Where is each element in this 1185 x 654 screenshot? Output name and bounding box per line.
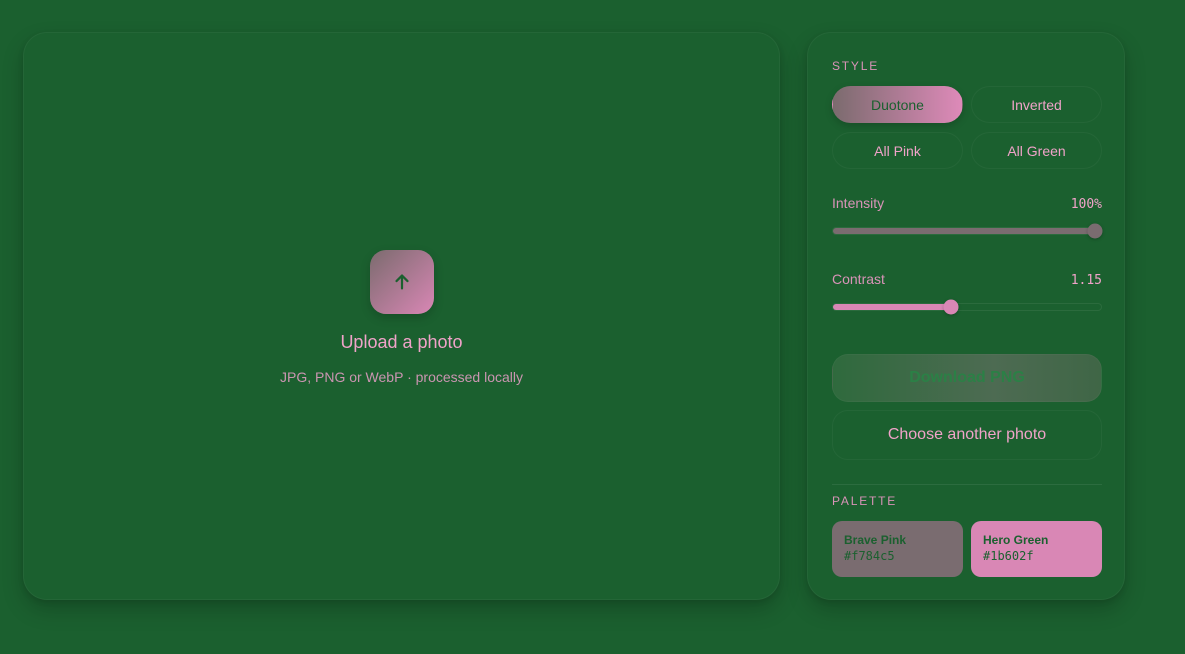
swatch-brave-pink[interactable]: Brave Pink #f784c5 bbox=[832, 521, 963, 577]
upload-title[interactable]: Upload a photo bbox=[24, 330, 779, 354]
download-png-button[interactable]: Download PNG bbox=[832, 354, 1102, 402]
palette-swatches: Brave Pink #f784c5 Hero Green #1b602f bbox=[832, 521, 1102, 577]
arrow-up-icon bbox=[394, 274, 409, 290]
style-all-pink-button[interactable]: All Pink bbox=[832, 132, 963, 169]
swatch-hex: #f784c5 bbox=[844, 549, 895, 563]
choose-another-photo-button[interactable]: Choose another photo bbox=[832, 410, 1102, 460]
swatch-name: Brave Pink bbox=[844, 533, 907, 547]
panel-divider bbox=[832, 484, 1102, 485]
intensity-slider-thumb[interactable] bbox=[1087, 223, 1103, 239]
settings-panel: STYLE Duotone Inverted All Pink All Gree… bbox=[807, 32, 1125, 600]
upload-subtitle: JPG, PNG or WebP · processed locally bbox=[279, 369, 524, 385]
style-duotone-button[interactable]: Duotone bbox=[832, 86, 963, 123]
intensity-row: Intensity 100% bbox=[832, 195, 1102, 212]
swatch-hex: #1b602f bbox=[983, 549, 1034, 563]
contrast-value: 1.15 bbox=[1070, 273, 1102, 288]
contrast-label: Contrast bbox=[832, 271, 885, 287]
style-section-label: STYLE bbox=[832, 59, 880, 73]
contrast-slider-thumb[interactable] bbox=[943, 299, 959, 315]
intensity-value: 100% bbox=[1070, 197, 1102, 212]
contrast-slider-fill bbox=[833, 304, 951, 310]
swatch-name: Hero Green bbox=[983, 533, 1049, 547]
upload-button[interactable] bbox=[369, 250, 434, 314]
style-options: Duotone Inverted All Pink All Green bbox=[832, 86, 1102, 169]
contrast-slider[interactable] bbox=[832, 299, 1102, 315]
style-all-green-button[interactable]: All Green bbox=[971, 132, 1102, 169]
contrast-row: Contrast 1.15 bbox=[832, 271, 1102, 288]
intensity-label: Intensity bbox=[832, 195, 885, 211]
swatch-hero-green[interactable]: Hero Green #1b602f bbox=[971, 521, 1102, 577]
intensity-slider[interactable] bbox=[832, 223, 1103, 239]
image-canvas[interactable]: Upload a photo JPG, PNG or WebP · proces… bbox=[23, 32, 780, 600]
upload-dropzone[interactable]: Upload a photo JPG, PNG or WebP · proces… bbox=[24, 250, 779, 386]
intensity-slider-fill bbox=[833, 228, 1101, 234]
palette-section-label: PALETTE bbox=[832, 494, 898, 508]
style-inverted-button[interactable]: Inverted bbox=[971, 86, 1102, 123]
